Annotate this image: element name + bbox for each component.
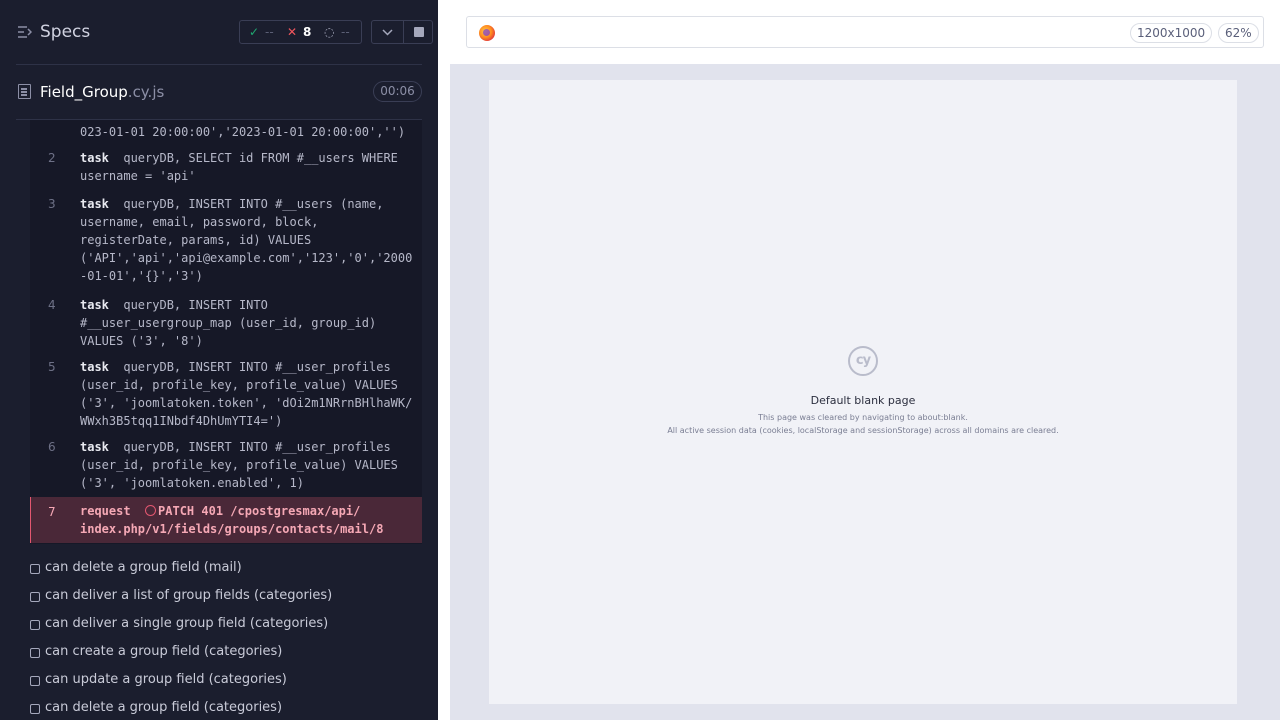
command-number: 6 xyxy=(48,440,56,454)
specs-list-icon[interactable] xyxy=(18,26,32,38)
zoom-level-badge[interactable]: 62% xyxy=(1218,23,1259,43)
document-icon xyxy=(18,84,31,99)
blank-page: cy Default blank page This page was clea… xyxy=(489,80,1237,704)
specs-title[interactable]: Specs xyxy=(40,22,90,42)
command-number: 4 xyxy=(48,298,56,312)
test-label: can delete a group field (categories) xyxy=(45,700,283,715)
command-log: 023-01-01 20:00:00','2023-01-01 20:00:00… xyxy=(30,120,422,544)
app-under-test-panel: 1200x1000 62% cy Default blank page This… xyxy=(438,0,1280,720)
test-label: can create a group field (categories) xyxy=(45,644,283,659)
spinner-icon: ◌ xyxy=(324,25,335,39)
check-icon: ✓ xyxy=(249,25,260,39)
command-number: 3 xyxy=(48,197,56,211)
command-message: queryDB, SELECT id FROM #__users WHERE u… xyxy=(80,151,398,183)
x-icon: ✕ xyxy=(287,25,298,39)
stop-icon xyxy=(414,27,424,37)
spec-file-header[interactable]: Field_Group.cy.js 00:06 xyxy=(0,65,438,119)
blank-page-message: This page was cleared by navigating to a… xyxy=(758,413,968,422)
failed-count: 8 xyxy=(303,25,312,39)
command-message: queryDB, INSERT INTO #__users (name, use… xyxy=(80,197,413,283)
stop-button[interactable] xyxy=(404,21,433,43)
command-name: task xyxy=(80,440,109,454)
command-name: task xyxy=(80,151,109,165)
test-label: can delete a group field (mail) xyxy=(45,560,242,575)
command-row-failed[interactable]: 7 request PATCH 401 /cpostgresmax/api/ i… xyxy=(30,497,422,543)
command-name: task xyxy=(80,360,109,374)
blank-page-title: Default blank page xyxy=(810,394,916,407)
test-label: can update a group field (categories) xyxy=(45,672,287,687)
passed-count: -- xyxy=(265,25,274,39)
chevron-down-icon xyxy=(382,29,393,36)
command-message: queryDB, INSERT INTO #__user_profiles (u… xyxy=(80,360,413,428)
test-pending-icon xyxy=(30,704,40,714)
spec-file-name[interactable]: Field_Group.cy.js xyxy=(40,83,164,101)
run-controls xyxy=(371,20,433,44)
test-label: can deliver a single group field (catego… xyxy=(45,616,329,631)
firefox-icon[interactable] xyxy=(479,25,495,41)
viewport-size-badge[interactable]: 1200x1000 xyxy=(1130,23,1213,43)
pending-count: -- xyxy=(341,25,350,39)
aut-stage: cy Default blank page This page was clea… xyxy=(450,64,1280,720)
command-number: 7 xyxy=(48,505,56,519)
test-pending-icon xyxy=(30,676,40,686)
command-message: queryDB, INSERT INTO #__user_profiles (u… xyxy=(80,440,398,490)
command-name: task xyxy=(80,298,109,312)
cypress-logo-icon: cy xyxy=(848,346,878,376)
specs-header: Specs ✓ -- ✕ 8 ◌ -- xyxy=(0,0,438,64)
panel-resize-gutter[interactable] xyxy=(438,0,450,720)
run-stats: ✓ -- ✕ 8 ◌ -- xyxy=(239,20,362,44)
command-name: task xyxy=(80,197,109,211)
command-number: 2 xyxy=(48,151,56,165)
test-label: can deliver a list of group fields (cate… xyxy=(45,588,333,603)
spec-duration: 00:06 xyxy=(373,81,422,102)
test-pending-icon xyxy=(30,620,40,630)
command-name: request xyxy=(80,504,131,518)
url-bar: 1200x1000 62% xyxy=(466,16,1264,48)
test-pending-icon xyxy=(30,592,40,602)
blank-page-message: All active session data (cookies, localS… xyxy=(667,426,1059,435)
request-pending-circle-icon xyxy=(145,505,157,516)
expand-toggle-button[interactable] xyxy=(372,21,403,43)
test-pending-icon xyxy=(30,648,40,658)
command-number: 5 xyxy=(48,360,56,374)
reporter-panel: Specs ✓ -- ✕ 8 ◌ -- Field_Group.cy.js 00… xyxy=(0,0,438,720)
command-message: queryDB, INSERT INTO #__user_usergroup_m… xyxy=(80,298,377,348)
test-pending-icon xyxy=(30,564,40,574)
